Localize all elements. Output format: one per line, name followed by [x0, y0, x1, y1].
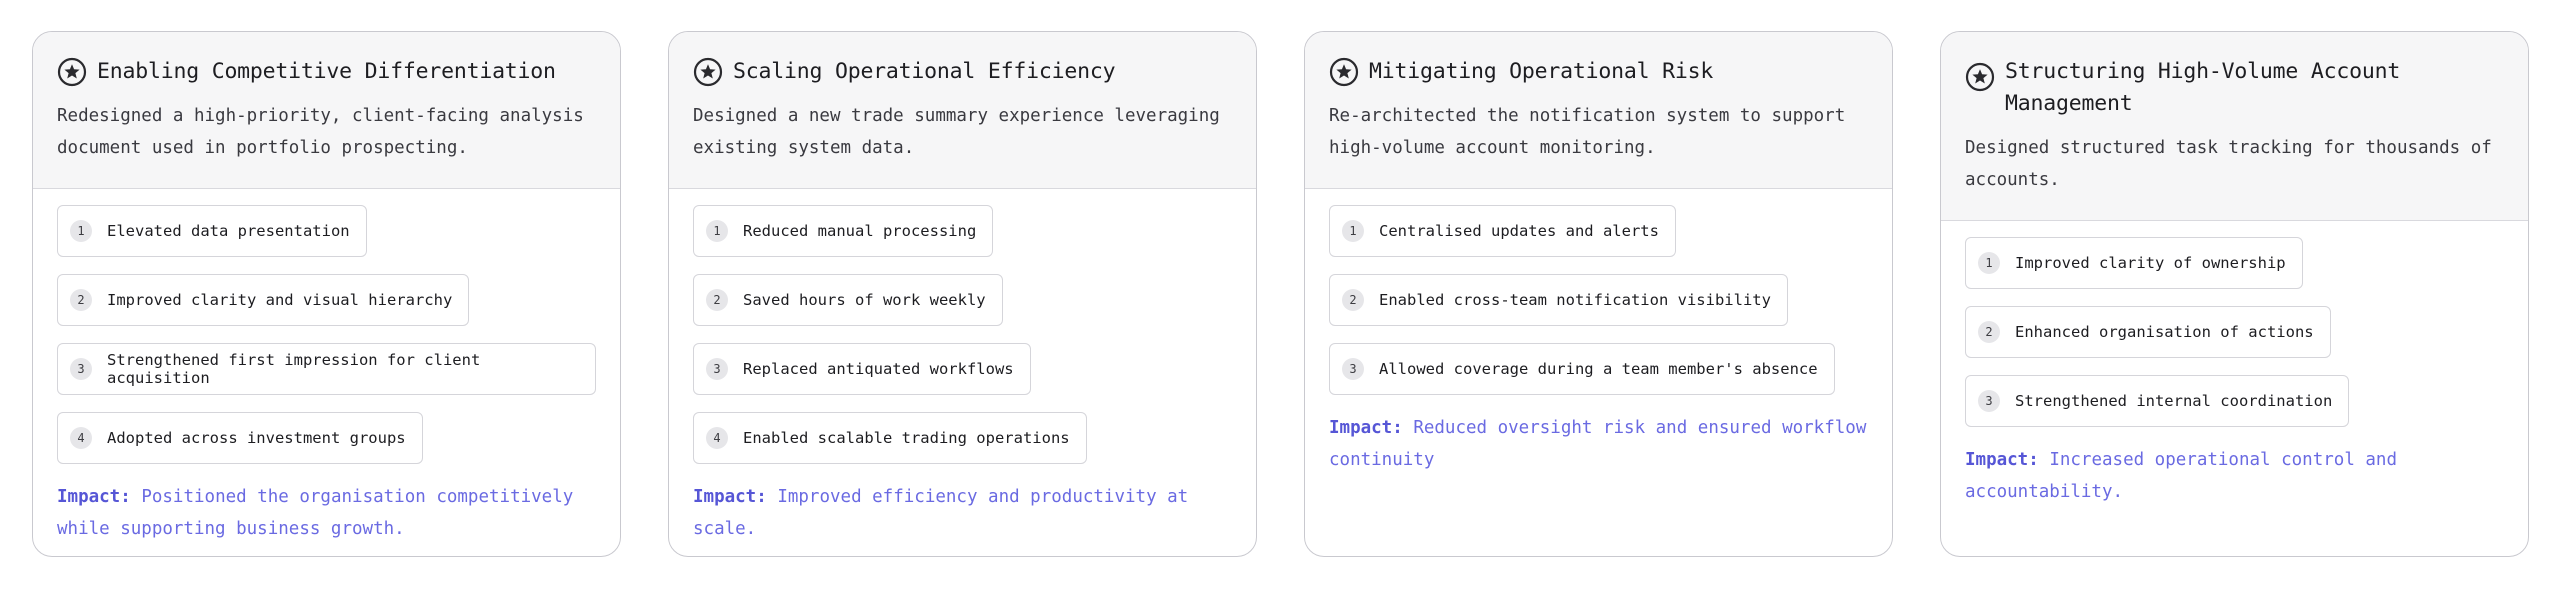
card-description: Designed structured task tracking for th… — [1965, 138, 2492, 190]
item-number-badge: 1 — [1342, 220, 1364, 242]
outcome-item: 2 Enhanced organisation of actions — [1965, 306, 2331, 358]
card-title-row: Structuring High-Volume Account Manageme… — [1965, 56, 2504, 120]
impact-label: Impact: — [1329, 418, 1403, 438]
outcome-list: 1 Elevated data presentation 2 Improved cl… — [57, 205, 596, 481]
item-label: Replaced antiquated workflows — [743, 360, 1014, 378]
impact-statement: Impact: Increased operational control an… — [1965, 444, 2504, 508]
outcome-item: 2 Improved clarity and visual hierarchy — [57, 274, 470, 326]
star-badge-icon — [57, 57, 87, 87]
item-label: Enhanced organisation of actions — [2015, 323, 2314, 341]
card-header: Mitigating Operational Risk Re-architect… — [1305, 32, 1892, 189]
card-title: Enabling Competitive Differentiation — [97, 59, 556, 84]
card-description: Re-architected the notification system t… — [1329, 106, 1846, 158]
card-title-row: Mitigating Operational Risk — [1329, 56, 1868, 88]
impact-text: Reduced oversight risk and ensured workf… — [1329, 418, 1867, 470]
card-title: Structuring High-Volume Account Manageme… — [2005, 59, 2401, 116]
card-header: Enabling Competitive Differentiation Red… — [33, 32, 620, 189]
item-label: Centralised updates and alerts — [1379, 222, 1659, 240]
item-label: Adopted across investment groups — [107, 429, 406, 447]
item-label: Strengthened first impression for client… — [107, 351, 481, 387]
outcome-item: 3 Strengthened first impression for clien… — [57, 343, 596, 395]
star-badge-icon — [1965, 62, 1995, 92]
item-label: Enabled scalable trading operations — [743, 429, 1070, 447]
impact-statement: Impact: Improved efficiency and producti… — [693, 481, 1232, 545]
item-number-badge: 1 — [70, 220, 92, 242]
case-study-cards: Enabling Competitive Differentiation Red… — [32, 31, 2529, 557]
outcome-item: 3 Strengthened internal coordination — [1965, 375, 2350, 427]
item-label: Allowed coverage during a team member's … — [1379, 360, 1818, 378]
item-number-badge: 3 — [70, 358, 92, 380]
item-number-badge: 3 — [1978, 390, 2000, 412]
outcome-item: 1 Centralised updates and alerts — [1329, 205, 1676, 257]
outcome-item: 4 Enabled scalable trading operations — [693, 412, 1087, 464]
outcome-list: 1 Reduced manual processing 2 Saved hours … — [693, 205, 1232, 481]
outcome-item: 3 Allowed coverage during a team member's… — [1329, 343, 1835, 395]
outcome-item: 1 Reduced manual processing — [693, 205, 994, 257]
item-number-badge: 3 — [706, 358, 728, 380]
item-number-badge: 4 — [706, 427, 728, 449]
outcome-item: 2 Enabled cross-team notification visibil… — [1329, 274, 1788, 326]
outcome-item: 3 Replaced antiquated workflows — [693, 343, 1031, 395]
card-description: Redesigned a high-priority, client-facin… — [57, 106, 584, 158]
card-body: 1 Elevated data presentation 2 Improved cl… — [33, 189, 620, 556]
card-competitive-differentiation: Enabling Competitive Differentiation Red… — [32, 31, 621, 557]
card-title: Mitigating Operational Risk — [1369, 59, 1714, 84]
card-body: 1 Centralised updates and alerts 2 Enabled… — [1305, 189, 1892, 556]
card-title-row: Scaling Operational Efficiency — [693, 56, 1232, 88]
impact-statement: Impact: Reduced oversight risk and ensur… — [1329, 412, 1868, 476]
item-label: Improved clarity of ownership — [2015, 254, 2286, 272]
item-number-badge: 1 — [706, 220, 728, 242]
impact-label: Impact: — [57, 487, 131, 507]
card-account-management: Structuring High-Volume Account Manageme… — [1940, 31, 2529, 557]
star-badge-icon — [693, 57, 723, 87]
card-description: Designed a new trade summary experience … — [693, 106, 1220, 158]
impact-label: Impact: — [1965, 450, 2039, 470]
item-label: Reduced manual processing — [743, 222, 977, 240]
item-number-badge: 2 — [1342, 289, 1364, 311]
item-number-badge: 3 — [1342, 358, 1364, 380]
impact-label: Impact: — [693, 487, 767, 507]
outcome-list: 1 Improved clarity of ownership 2 Enhanced… — [1965, 237, 2504, 444]
item-label: Improved clarity and visual hierarchy — [107, 291, 453, 309]
card-title: Scaling Operational Efficiency — [733, 59, 1116, 84]
star-badge-icon — [1329, 57, 1359, 87]
item-label: Elevated data presentation — [107, 222, 350, 240]
item-number-badge: 2 — [70, 289, 92, 311]
item-number-badge: 4 — [70, 427, 92, 449]
card-operational-efficiency: Scaling Operational Efficiency Designed … — [668, 31, 1257, 557]
item-label: Enabled cross-team notification visibili… — [1379, 291, 1771, 309]
impact-text: Positioned the organisation competitivel… — [57, 487, 574, 539]
item-label: Saved hours of work weekly — [743, 291, 986, 309]
card-title-row: Enabling Competitive Differentiation — [57, 56, 596, 88]
item-label: Strengthened internal coordination — [2015, 392, 2333, 410]
card-body: 1 Improved clarity of ownership 2 Enhanced… — [1941, 221, 2528, 556]
outcome-list: 1 Centralised updates and alerts 2 Enabled… — [1329, 205, 1868, 412]
outcome-item: 4 Adopted across investment groups — [57, 412, 423, 464]
card-header: Structuring High-Volume Account Manageme… — [1941, 32, 2528, 221]
impact-statement: Impact: Positioned the organisation comp… — [57, 481, 596, 545]
impact-text: Improved efficiency and productivity at … — [693, 487, 1189, 539]
item-number-badge: 2 — [706, 289, 728, 311]
outcome-item: 1 Elevated data presentation — [57, 205, 367, 257]
outcome-item: 2 Saved hours of work weekly — [693, 274, 1003, 326]
card-body: 1 Reduced manual processing 2 Saved hours … — [669, 189, 1256, 556]
card-operational-risk: Mitigating Operational Risk Re-architect… — [1304, 31, 1893, 557]
item-number-badge: 2 — [1978, 321, 2000, 343]
outcome-item: 1 Improved clarity of ownership — [1965, 237, 2303, 289]
card-header: Scaling Operational Efficiency Designed … — [669, 32, 1256, 189]
item-number-badge: 1 — [1978, 252, 2000, 274]
